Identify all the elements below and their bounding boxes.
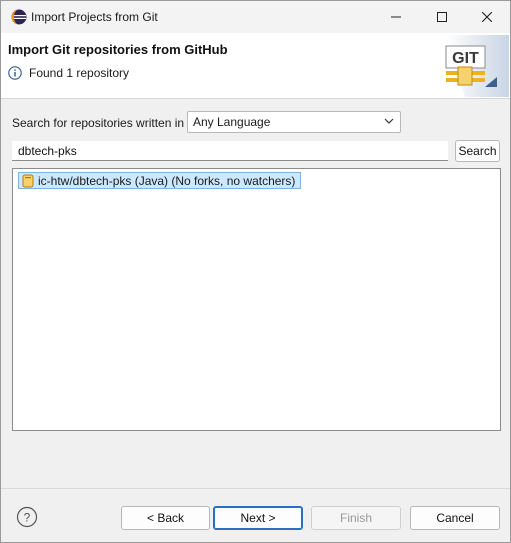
import-dialog: Import Projects from Git Import Git repo… [0,0,511,543]
minimize-button[interactable] [373,1,419,33]
language-label: Search for repositories written in [12,116,185,130]
info-icon [8,66,22,80]
list-item-label: ic-htw/dbtech-pks (Java) (No forks, no w… [38,173,296,188]
git-logo-text: GIT [452,50,479,67]
language-select[interactable]: Any Language [187,111,401,133]
minimize-icon [391,16,401,18]
list-item[interactable]: ic-htw/dbtech-pks (Java) (No forks, no w… [18,172,302,189]
svg-text:?: ? [24,511,31,525]
search-button[interactable]: Search [455,140,500,162]
maximize-button[interactable] [419,1,465,33]
window-title: Import Projects from Git [31,10,158,24]
help-icon[interactable]: ? [16,506,38,528]
page-title: Import Git repositories from GitHub [8,42,228,57]
next-button[interactable]: Next > [213,506,303,530]
wizard-header: Import Git repositories from GitHub Foun… [1,33,510,99]
close-icon [482,12,492,22]
status-message: Found 1 repository [29,66,130,80]
close-button[interactable] [464,1,510,33]
language-select-value: Any Language [193,115,271,129]
search-input[interactable] [12,141,448,161]
repository-icon [22,174,34,187]
maximize-icon [437,12,447,22]
eclipse-icon [11,9,27,25]
cancel-button[interactable]: Cancel [410,506,500,530]
back-button[interactable]: < Back [121,506,210,530]
finish-button[interactable]: Finish [311,506,401,530]
chevron-down-icon [384,118,394,124]
git-logo: GIT [445,35,509,97]
title-bar[interactable]: Import Projects from Git [1,1,510,33]
footer-divider [1,488,510,489]
repository-list[interactable]: ic-htw/dbtech-pks (Java) (No forks, no w… [12,168,501,431]
